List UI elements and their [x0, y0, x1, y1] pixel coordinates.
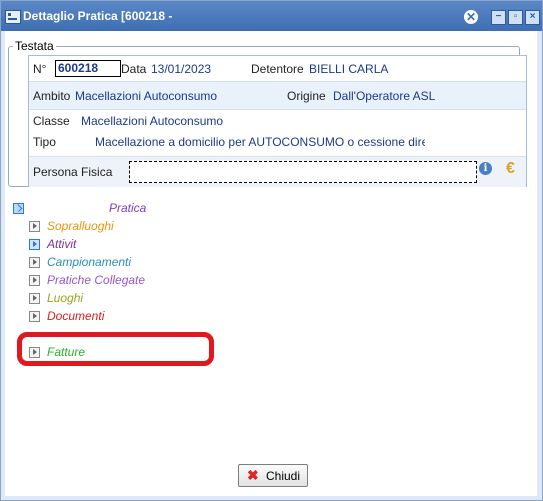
tipo-label: Tipo	[33, 135, 56, 149]
close-circle-icon[interactable]: ✕	[464, 10, 478, 24]
testata-panel: N° 600218 Data 13/01/2023 Detentore BIEL…	[28, 55, 527, 187]
persona-fisica-label: Persona Fisica	[33, 165, 113, 179]
detentore-label: Detentore	[251, 62, 304, 76]
tree-item-label: Documenti	[47, 309, 105, 323]
dettaglio-pratica-window: Dettaglio Pratica [600218 - ✕ − ▫ × Test…	[0, 0, 543, 501]
minimize-button[interactable]: −	[491, 10, 506, 25]
info-icon[interactable]: i	[479, 162, 492, 175]
title-bar[interactable]: Dettaglio Pratica [600218 - ✕ − ▫ ×	[1, 1, 542, 31]
tree-item-label: Campionamenti	[47, 255, 132, 269]
tree-item-label: Sopralluoghi	[47, 219, 114, 233]
window-title: Dettaglio Pratica [600218 -	[23, 9, 173, 23]
row-ambito: Ambito Macellazioni Autoconsumo Origine …	[29, 81, 526, 110]
tree-item-label: Pratiche Collegate	[47, 273, 146, 287]
classe-value: Macellazioni Autoconsumo	[81, 114, 224, 128]
expand-icon[interactable]	[29, 221, 40, 232]
numero-label: N°	[33, 62, 47, 76]
close-window-button[interactable]: ×	[525, 10, 540, 25]
window-list-icon	[5, 10, 21, 24]
ambito-label: Ambito	[33, 89, 71, 103]
detentore-value: BIELLI CARLA	[309, 62, 389, 76]
expand-icon[interactable]	[29, 239, 40, 250]
chiudi-label: Chiudi	[266, 469, 301, 483]
persona-fisica-input[interactable]	[129, 161, 477, 183]
euro-icon[interactable]: €	[506, 160, 515, 178]
row-persona-fisica: Persona Fisica i €	[29, 156, 526, 187]
testata-legend: Testata	[15, 39, 54, 53]
window-content: Testata N° 600218 Data 13/01/2023 Detent…	[5, 31, 537, 496]
highlight-annotation	[17, 332, 214, 366]
origine-label: Origine	[287, 89, 326, 103]
origine-value: Dall'Operatore ASL	[333, 89, 436, 103]
row-classe-tipo: Classe Macellazioni Autoconsumo Tipo Mac…	[29, 109, 526, 155]
expand-icon[interactable]	[29, 275, 40, 286]
maximize-button[interactable]: ▫	[508, 10, 523, 25]
collapse-icon[interactable]	[13, 203, 24, 214]
classe-label: Classe	[33, 114, 70, 128]
data-value: 13/01/2023	[151, 62, 212, 76]
data-label: Data	[121, 62, 147, 76]
expand-icon[interactable]	[29, 257, 40, 268]
close-x-icon: ✖	[247, 467, 259, 483]
tree-root-label: Pratica	[109, 201, 147, 215]
tree-item-label: Luoghi	[47, 291, 84, 305]
row-numero: N° 600218 Data 13/01/2023 Detentore BIEL…	[29, 56, 526, 81]
numero-field[interactable]: 600218	[55, 60, 121, 77]
tipo-value: Macellazione a domicilio per AUTOCONSUMO…	[95, 135, 425, 149]
tree-item-label: Attivit	[47, 237, 77, 251]
chiudi-button[interactable]: ✖ Chiudi	[238, 464, 308, 487]
expand-icon[interactable]	[29, 311, 40, 322]
ambito-value: Macellazioni Autoconsumo	[75, 89, 218, 103]
expand-icon[interactable]	[29, 293, 40, 304]
